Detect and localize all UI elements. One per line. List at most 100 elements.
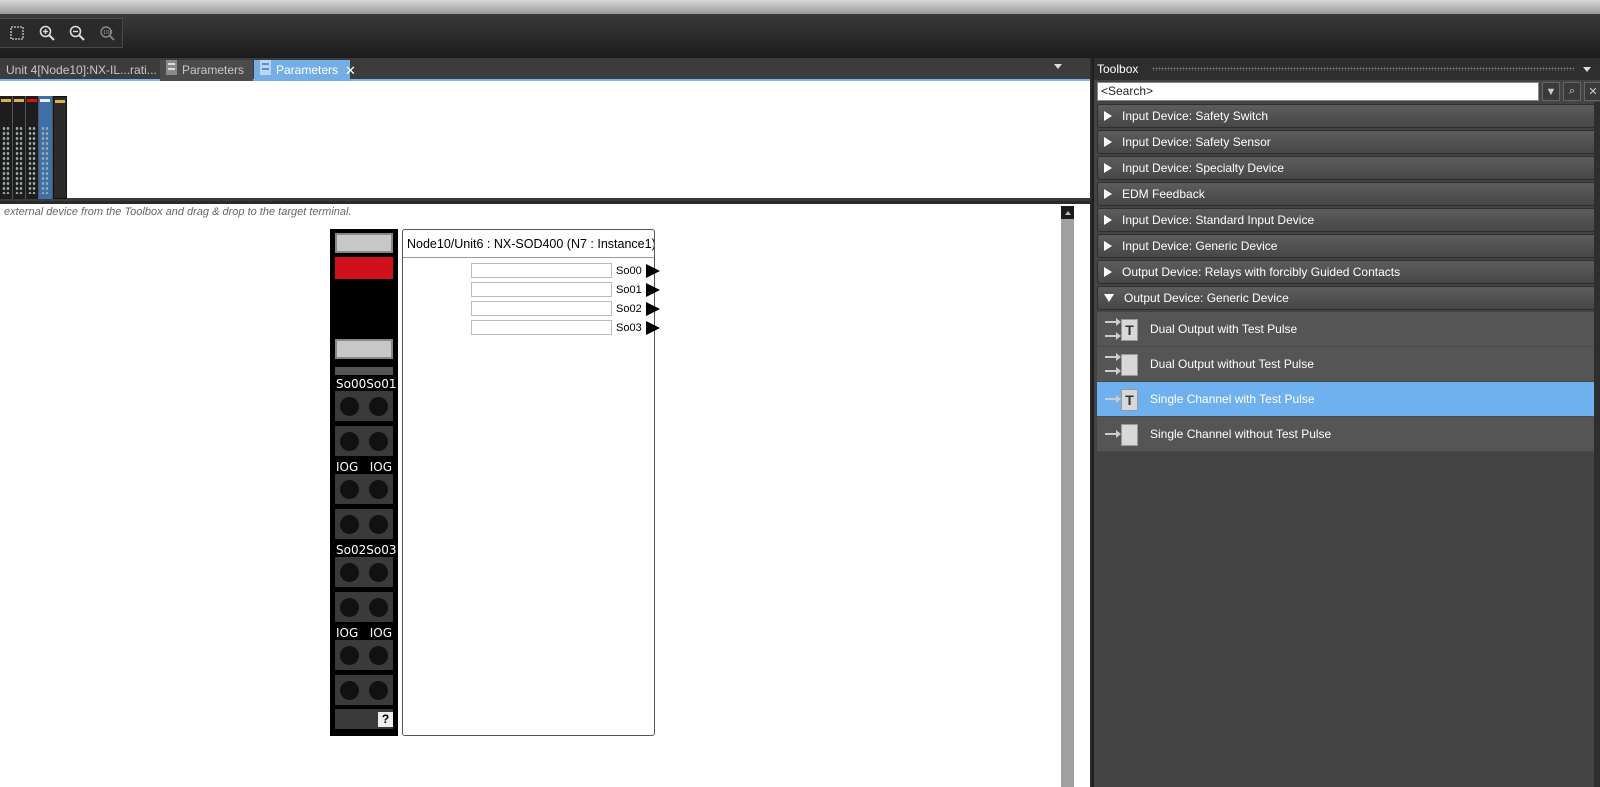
collapsed-arrow-icon (1104, 111, 1112, 121)
dual-output-icon (1105, 349, 1138, 379)
output-arrow-icon (646, 282, 660, 297)
terminal-pair[interactable] (335, 557, 393, 587)
rack-unit[interactable] (26, 96, 39, 199)
rack-unit[interactable] (0, 96, 13, 199)
terminal-pair[interactable] (335, 675, 393, 705)
device-title: Node10/Unit6 : NX-SOD400 (N7 : Instance1… (403, 230, 654, 258)
collapsed-arrow-icon (1104, 163, 1112, 173)
parameters-icon (260, 59, 271, 82)
output-label: So00 (616, 264, 642, 277)
panel-menu-icon[interactable] (1583, 67, 1591, 72)
toolbox-category[interactable]: Input Device: Safety Sensor (1097, 130, 1597, 154)
device-output-panel: Node10/Unit6 : NX-SOD400 (N7 : Instance1… (402, 229, 660, 736)
tab-parameters-active[interactable]: Parameters ✕ (254, 59, 356, 82)
toolbox-item[interactable]: T Dual Output with Test Pulse (1097, 312, 1597, 347)
search-icon[interactable]: ⌕ (1563, 82, 1581, 101)
output-arrow-icon (646, 320, 660, 335)
editor-area: Unit 4[Node10]:NX-IL...rati... Parameter… (0, 58, 1090, 787)
svg-text:100: 100 (103, 30, 113, 36)
output-arrow-icon (646, 301, 660, 316)
close-icon[interactable]: ✕ (345, 60, 356, 81)
toolbox-category[interactable]: Output Device: Relays with forcibly Guid… (1097, 260, 1597, 284)
toolbox-item-label: Dual Output without Test Pulse (1150, 357, 1314, 371)
panel-grip[interactable] (1152, 67, 1574, 71)
category-label: Output Device: Generic Device (1124, 291, 1289, 305)
clear-search-icon[interactable]: ✕ (1584, 82, 1600, 101)
rack-unit-selected[interactable] (39, 96, 53, 199)
parameters-icon (166, 59, 177, 82)
terminal-label-row: So02 So03 (336, 543, 397, 557)
terminal-pair[interactable] (335, 640, 393, 670)
output-drop-target[interactable] (471, 301, 612, 316)
expanded-arrow-icon (1104, 294, 1114, 302)
rack-units (0, 96, 67, 199)
search-dropdown-icon[interactable]: ▼ (1542, 82, 1560, 101)
tab-label: Parameters (182, 63, 245, 77)
instruction-hint: external device from the Toolbox and dra… (4, 206, 352, 218)
wiring-canvas: external device from the Toolbox and dra… (0, 204, 1090, 787)
toolbox-category[interactable]: Input Device: Generic Device (1097, 234, 1597, 258)
toolbox-category[interactable]: Output Device: Generic Device (1097, 286, 1597, 310)
output-drop-target[interactable] (471, 282, 612, 297)
single-channel-icon (1105, 419, 1138, 449)
toolbox-category[interactable]: Input Device: Safety Switch (1097, 104, 1597, 128)
category-list: Input Device: Safety Switch Input Device:… (1094, 104, 1600, 310)
tab-parameters-1[interactable]: Parameters (160, 59, 253, 82)
toolbox-item-label: Single Channel without Test Pulse (1150, 427, 1332, 441)
output-row: So00 (471, 263, 660, 278)
dual-output-test-pulse-icon: T (1105, 314, 1138, 344)
device-mid-slot (335, 339, 393, 359)
tab-unit4[interactable]: Unit 4[Node10]:NX-IL...rati... (0, 60, 160, 81)
toolbox-search-row: <Search> ▼ ⌕ ✕ (1097, 82, 1600, 102)
collapsed-arrow-icon (1104, 189, 1112, 199)
terminal-label-row: IOG IOG (336, 626, 392, 640)
toolbox-item[interactable]: Single Channel without Test Pulse (1097, 417, 1597, 452)
output-row: So01 (471, 282, 660, 297)
zoom-in-icon[interactable] (36, 22, 58, 44)
toolbox-title: Toolbox (1097, 62, 1139, 76)
scroll-up-icon[interactable] (1061, 206, 1074, 219)
output-label: So03 (616, 321, 642, 334)
tab-list-dropdown-icon[interactable] (1054, 64, 1062, 69)
toolbox-item[interactable]: Dual Output without Test Pulse (1097, 347, 1597, 382)
zoom-out-icon[interactable] (66, 22, 88, 44)
single-channel-test-pulse-icon: T (1105, 384, 1138, 414)
device-divider (335, 367, 393, 375)
rack-end-cover (53, 96, 67, 199)
terminal-pair[interactable] (335, 509, 393, 539)
terminal-label-row: So00 So01 (336, 377, 397, 391)
tab-label: Parameters (276, 63, 339, 77)
rack-unit[interactable] (13, 96, 26, 199)
canvas-scrollbar[interactable] (1061, 206, 1074, 787)
collapsed-arrow-icon (1104, 267, 1112, 277)
fit-to-window-icon[interactable] (6, 22, 28, 44)
toolbox-category[interactable]: EDM Feedback (1097, 182, 1597, 206)
search-input[interactable]: <Search> (1097, 82, 1539, 101)
output-label: So02 (616, 302, 642, 315)
toolbox-item[interactable]: T Single Channel with Test Pulse (1097, 382, 1597, 417)
help-icon[interactable]: ? (378, 712, 393, 727)
unit-rack-view (0, 81, 1090, 201)
output-drop-target[interactable] (471, 263, 612, 278)
terminal-pair[interactable] (335, 426, 393, 456)
terminal-pair[interactable] (335, 391, 393, 421)
zoom-100-icon[interactable]: 100 (96, 22, 118, 44)
window-top-strip (0, 0, 1600, 14)
terminal-pair[interactable] (335, 474, 393, 504)
toolbox-category[interactable]: Input Device: Specialty Device (1097, 156, 1597, 180)
collapsed-arrow-icon (1104, 241, 1112, 251)
toolbox-scrollbar[interactable] (1594, 102, 1600, 787)
terminal-label-row: IOG IOG (336, 460, 392, 474)
toolbox-item-label: Dual Output with Test Pulse (1150, 322, 1298, 336)
main-toolbar: 100 (0, 14, 1600, 58)
output-arrow-icon (646, 263, 660, 278)
category-label: Output Device: Relays with forcibly Guid… (1122, 265, 1401, 279)
toolbox-header: Toolbox (1094, 58, 1600, 80)
category-label: Input Device: Safety Switch (1122, 109, 1269, 123)
terminal-pair[interactable] (335, 592, 393, 622)
output-drop-target[interactable] (471, 320, 612, 335)
output-row: So02 (471, 301, 660, 316)
toolbox-item-label: Single Channel with Test Pulse (1150, 392, 1315, 406)
toolbox-panel: Toolbox <Search> ▼ ⌕ ✕ Input Device: Saf… (1092, 58, 1600, 787)
toolbox-category[interactable]: Input Device: Standard Input Device (1097, 208, 1597, 232)
